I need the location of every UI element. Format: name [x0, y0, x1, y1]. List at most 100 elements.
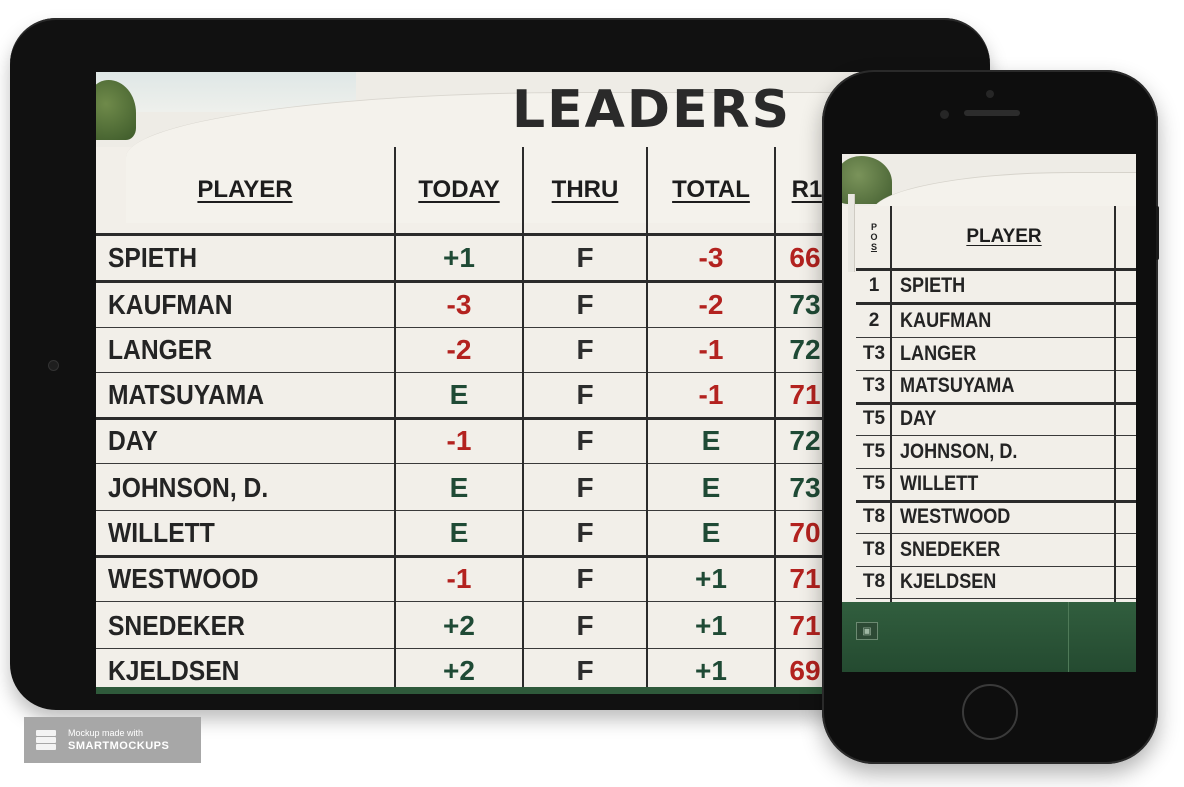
list-item: T3 MATSUYAMA — [856, 370, 1136, 405]
tablet-camera — [48, 360, 59, 371]
total-score: +1 — [695, 563, 727, 594]
table-row: JOHNSON, D. E F E 73 — [96, 466, 896, 511]
thru-value: F — [576, 334, 594, 365]
player-name: SNEDEKER — [900, 538, 1001, 561]
stack-layers-icon — [34, 727, 60, 753]
total-score: -3 — [698, 242, 724, 273]
leaders-title: LEADERS — [512, 80, 792, 140]
grass-divider — [1068, 602, 1069, 672]
watermark-line1: Mockup made with — [68, 728, 144, 738]
phone-grass-strip: ▣ — [842, 602, 1136, 672]
list-item: T3 LANGER — [856, 338, 1136, 371]
today-score: -1 — [446, 563, 472, 594]
position-value: T5 — [862, 408, 886, 429]
player-name: WESTWOOD — [108, 563, 259, 594]
board-post — [848, 194, 855, 272]
thru-value: F — [576, 472, 594, 503]
thru-value: F — [576, 242, 594, 273]
table-row: LANGER -2 F -1 72 — [96, 328, 896, 373]
today-score: E — [449, 379, 469, 410]
header-pos: P O S — [856, 206, 892, 268]
player-name: SPIETH — [108, 242, 198, 273]
table-row: KAUFMAN -3 F -2 73 — [96, 283, 896, 328]
player-name: KAUFMAN — [108, 289, 233, 320]
table-row: WESTWOOD -1 F +1 71 — [96, 557, 896, 602]
phone-leaderboard-table: P O S PLAYER 1 SPIETH 2 KAUFMAN T3 LANGER T3 MA… — [856, 206, 1136, 602]
total-score: -1 — [698, 334, 724, 365]
player-name: WILLETT — [108, 517, 215, 548]
player-name: DAY — [900, 407, 937, 430]
total-score: +1 — [695, 610, 727, 641]
list-item: T8 SNEDEKER — [856, 534, 1136, 567]
list-item: T5 JOHNSON, D. — [856, 436, 1136, 469]
table-row: SPIETH +1 F -3 66 — [96, 236, 896, 283]
player-name: JOHNSON, D. — [108, 472, 269, 503]
header-player: PLAYER — [966, 226, 1042, 247]
list-item: T5 WILLETT — [856, 468, 1136, 503]
header-thru: THRU — [551, 176, 619, 203]
list-item: 2 KAUFMAN — [856, 305, 1136, 338]
phone-front-camera — [940, 110, 949, 119]
position-value: T3 — [862, 343, 886, 364]
tablet-screen: LEADERS PLAYER TODAY THRU TOTAL R1 SPIET… — [96, 72, 896, 694]
today-score: +2 — [443, 610, 475, 641]
phone-front-sensor — [986, 90, 994, 98]
today-score: E — [449, 517, 469, 548]
today-score: -3 — [446, 289, 472, 320]
header-today: TODAY — [418, 176, 500, 203]
player-name: WESTWOOD — [900, 505, 1011, 528]
smartmockups-watermark: Mockup made with SMARTMOCKUPS — [24, 717, 201, 763]
player-name: JOHNSON, D. — [900, 440, 1018, 463]
player-name: SPIETH — [900, 274, 966, 297]
phone-table-header: P O S PLAYER — [856, 206, 1136, 271]
today-score: +1 — [443, 242, 475, 273]
column-divider — [1114, 206, 1116, 602]
today-score: -2 — [446, 334, 472, 365]
thru-value: F — [576, 289, 594, 320]
header-pos-letter: O — [870, 232, 878, 242]
camera-icon[interactable]: ▣ — [856, 622, 878, 640]
grass-strip — [96, 687, 896, 694]
position-value: T8 — [862, 539, 886, 560]
player-name: KAUFMAN — [900, 309, 992, 332]
player-name: LANGER — [108, 334, 213, 365]
position-value: T5 — [862, 441, 886, 462]
table-row: WILLETT E F E 70 — [96, 511, 896, 558]
column-divider — [522, 147, 524, 688]
table-header: PLAYER TODAY THRU TOTAL R1 — [96, 147, 896, 236]
position-value: 2 — [868, 310, 880, 331]
position-value: T8 — [862, 571, 886, 592]
today-score: E — [449, 472, 469, 503]
phone-screen: P O S PLAYER 1 SPIETH 2 KAUFMAN T3 LANGER T3 MA… — [842, 154, 1136, 672]
player-name: KJELDSEN — [900, 570, 997, 593]
today-score: -1 — [446, 425, 472, 456]
table-row: DAY -1 F E 72 — [96, 419, 896, 464]
player-name: DAY — [108, 425, 158, 456]
column-divider — [774, 147, 776, 688]
player-name: MATSUYAMA — [900, 374, 1015, 397]
watermark-line2: SMARTMOCKUPS — [68, 740, 170, 752]
position-value: T3 — [862, 375, 886, 396]
watermark-text: Mockup made with SMARTMOCKUPS — [68, 727, 169, 753]
home-button[interactable] — [962, 684, 1018, 740]
thru-value: F — [576, 425, 594, 456]
list-item: T8 WESTWOOD — [856, 501, 1136, 534]
total-score: E — [701, 472, 721, 503]
header-player: PLAYER — [197, 176, 293, 203]
table-row: MATSUYAMA E F -1 71 — [96, 373, 896, 420]
position-value: 1 — [868, 275, 880, 296]
total-score: E — [701, 425, 721, 456]
header-total: TOTAL — [672, 176, 750, 203]
player-name: SNEDEKER — [108, 610, 245, 641]
thru-value: F — [576, 379, 594, 410]
total-score: -1 — [698, 379, 724, 410]
column-divider — [394, 147, 396, 688]
total-score: E — [701, 517, 721, 548]
phone-side-button — [1156, 206, 1159, 260]
player-name: WILLETT — [900, 472, 979, 495]
phone-banner — [842, 154, 1136, 253]
list-item: T5 DAY — [856, 403, 1136, 436]
position-value: T5 — [862, 473, 886, 494]
player-name: LANGER — [900, 342, 977, 365]
position-value: T8 — [862, 506, 886, 527]
